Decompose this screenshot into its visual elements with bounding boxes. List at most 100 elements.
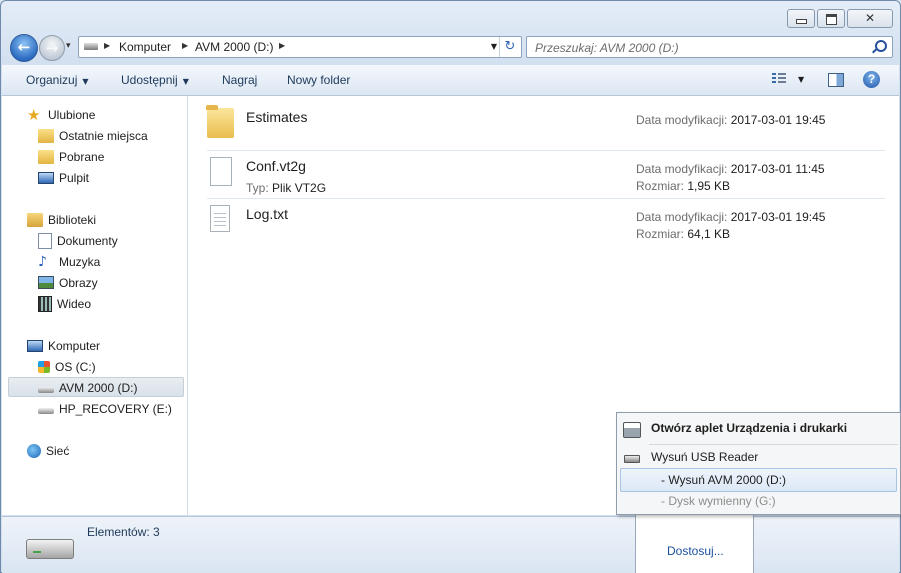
breadcrumb-drive[interactable]: AVM 2000 (D:) <box>195 40 273 54</box>
star-icon: ★ <box>27 105 41 124</box>
sidebar-item-drive-c[interactable]: OS (C:) <box>38 357 96 377</box>
drive-icon <box>84 43 98 50</box>
address-dropdown-icon[interactable]: ▼ <box>491 42 497 51</box>
sidebar-item-computer[interactable]: Komputer <box>27 336 100 356</box>
preview-pane-icon[interactable] <box>828 73 844 87</box>
sidebar-item-music[interactable]: ♪ Muzyka <box>38 252 100 272</box>
close-button[interactable]: ✕ <box>847 9 893 28</box>
sidebar-item-libraries[interactable]: Biblioteki <box>27 210 96 230</box>
burn-button[interactable]: Nagraj <box>222 73 257 87</box>
sidebar-item-label: Ostatnie miejsca <box>59 129 148 143</box>
list-item[interactable]: Conf.vt2g Typ: Plik VT2G Data modyfikacj… <box>207 150 885 199</box>
menu-item-eject-avm[interactable]: - Wysuń AVM 2000 (D:) <box>620 468 897 492</box>
share-button[interactable]: Udostępnij ▼ <box>121 73 189 87</box>
breadcrumb-separator-icon[interactable]: ▶ <box>279 41 285 50</box>
context-menu: Otwórz aplet Urządzenia i drukarki Wysuń… <box>616 412 901 515</box>
drive-icon <box>38 407 54 414</box>
view-dropdown-icon[interactable]: ▼ <box>798 75 804 84</box>
modified-value: 2017-03-01 19:45 <box>730 210 826 224</box>
forward-arrow-icon: → <box>45 39 59 57</box>
sidebar-item-pictures[interactable]: Obrazy <box>38 273 98 293</box>
organize-label: Organizuj <box>26 73 78 87</box>
size-value: 1,95 KB <box>687 179 731 193</box>
sidebar-item-drive-d[interactable]: AVM 2000 (D:) <box>8 377 184 397</box>
sidebar-item-documents[interactable]: Dokumenty <box>38 231 118 251</box>
size-label: Rozmiar: <box>636 227 685 241</box>
organize-button[interactable]: Organizuj ▼ <box>26 73 89 87</box>
size-value: 64,1 KB <box>687 227 731 241</box>
menu-item-label: Wysuń USB Reader <box>651 450 759 464</box>
history-dropdown-icon[interactable]: ▾ <box>66 41 71 51</box>
removable-drive-icon <box>26 539 74 559</box>
refresh-icon[interactable]: ↻ <box>499 37 520 57</box>
maximize-button[interactable] <box>817 9 845 28</box>
customize-link[interactable]: Dostosuj... <box>667 544 724 558</box>
menu-item-label: - Wysuń AVM 2000 (D:) <box>661 473 787 487</box>
documents-icon <box>38 232 52 249</box>
sidebar-item-label: HP_RECOVERY (E:) <box>59 402 172 416</box>
caption-buttons: ✕ <box>787 9 893 28</box>
file-icon <box>210 157 232 186</box>
windows-drive-icon <box>38 360 50 373</box>
modified-label: Data modyfikacji: <box>636 162 728 176</box>
sidebar-item-network[interactable]: Sieć <box>27 441 69 461</box>
sidebar-item-downloads[interactable]: Pobrane <box>38 147 104 167</box>
modified-value: 2017-03-01 11:45 <box>730 162 825 176</box>
menu-item-removable-disk: - Dysk wymienny (G:) <box>617 490 900 512</box>
forward-button[interactable]: → <box>39 35 65 61</box>
breadcrumb-separator-icon[interactable]: ▶ <box>182 41 188 50</box>
share-label: Udostępnij <box>121 73 178 87</box>
printer-icon <box>623 422 641 438</box>
modified-value: 2017-03-01 19:45 <box>730 113 826 127</box>
list-item[interactable]: Log.txt Data modyfikacji: 2017-03-01 19:… <box>207 198 885 247</box>
back-button[interactable]: ← <box>10 34 38 62</box>
sidebar-item-drive-e[interactable]: HP_RECOVERY (E:) <box>38 399 172 419</box>
new-folder-button[interactable]: Nowy folder <box>287 73 350 87</box>
libraries-icon <box>27 212 43 227</box>
file-name: Conf.vt2g <box>246 158 306 174</box>
sidebar-item-desktop[interactable]: Pulpit <box>38 168 89 188</box>
file-size: Rozmiar: 64,1 KB <box>636 227 730 241</box>
sidebar-item-videos[interactable]: Wideo <box>38 294 91 314</box>
back-arrow-icon: ← <box>17 38 31 56</box>
view-options-icon[interactable] <box>772 73 786 86</box>
chevron-down-icon: ▼ <box>82 77 89 86</box>
sidebar-item-label: AVM 2000 (D:) <box>59 381 138 395</box>
pictures-icon <box>38 276 54 290</box>
search-icon[interactable] <box>875 40 887 52</box>
file-modified: Data modyfikacji: 2017-03-01 19:45 <box>636 113 825 127</box>
file-type: Typ: Plik VT2G <box>246 181 326 195</box>
sidebar-item-label: Dokumenty <box>57 234 118 248</box>
downloads-icon <box>38 149 54 164</box>
chevron-down-icon: ▼ <box>182 77 189 86</box>
menu-separator <box>649 444 898 445</box>
breadcrumb-separator-icon[interactable]: ▶ <box>104 41 110 50</box>
breadcrumb-computer[interactable]: Komputer <box>119 40 171 54</box>
close-icon: ✕ <box>864 11 876 25</box>
text-file-icon <box>210 205 230 232</box>
modified-label: Data modyfikacji: <box>636 210 728 224</box>
modified-label: Data modyfikacji: <box>636 113 728 127</box>
sidebar-item-recent-places[interactable]: Ostatnie miejsca <box>38 126 148 146</box>
network-icon <box>27 443 41 458</box>
sidebar-item-label: Ulubione <box>48 108 96 122</box>
address-bar[interactable]: ▶ Komputer ▶ AVM 2000 (D:) ▶ ▼ ↻ <box>78 36 522 58</box>
file-size: Rozmiar: 1,95 KB <box>636 179 730 193</box>
menu-item-label: Otwórz aplet Urządzenia i drukarki <box>651 421 848 435</box>
sidebar-item-label: Biblioteki <box>48 213 97 227</box>
minimize-icon <box>796 19 807 24</box>
file-modified: Data modyfikacji: 2017-03-01 19:45 <box>636 210 825 224</box>
type-label: Typ: <box>246 181 269 195</box>
sidebar-item-favorites[interactable]: ★ Ulubione <box>27 105 95 125</box>
minimize-button[interactable] <box>787 9 815 28</box>
menu-item-eject-usb-reader[interactable]: Wysuń USB Reader <box>617 446 900 468</box>
details-pane: Elementów: 3 <box>2 516 899 573</box>
search-input[interactable] <box>533 39 867 56</box>
list-item[interactable]: Estimates Data modyfikacji: 2017-03-01 1… <box>206 102 885 150</box>
help-icon[interactable]: ? <box>863 71 880 88</box>
menu-item-label: - Dysk wymienny (G:) <box>661 494 776 508</box>
videos-icon <box>38 295 52 312</box>
sidebar-item-label: Muzyka <box>59 255 101 269</box>
menu-item-open-devices[interactable]: Otwórz aplet Urządzenia i drukarki <box>617 417 900 439</box>
file-modified: Data modyfikacji: 2017-03-01 11:45 <box>636 162 825 176</box>
